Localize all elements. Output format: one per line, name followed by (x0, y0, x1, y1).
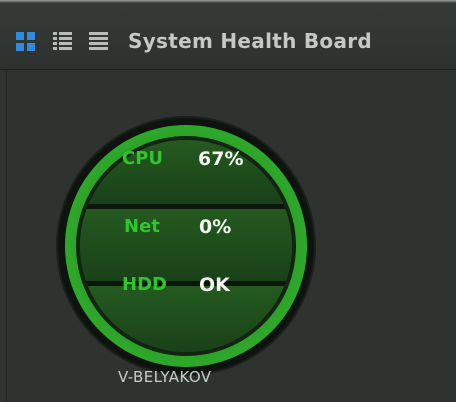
host-name: V-BELYAKOV (118, 368, 212, 386)
left-divider (6, 70, 7, 402)
cpu-value: 67% (198, 148, 244, 170)
health-board-window: System Health Board CPU 67% Net 0% HDD O… (0, 0, 456, 402)
hdd-value: OK (199, 274, 230, 296)
grid-view-button[interactable] (16, 32, 35, 51)
detail-view-button[interactable] (89, 32, 108, 51)
page-title: System Health Board (128, 29, 373, 53)
grid-view-icon (16, 32, 35, 51)
metrics-disc (80, 140, 292, 352)
host-health-widget[interactable]: CPU 67% Net 0% HDD OK (58, 118, 314, 374)
list-view-icon (53, 32, 72, 50)
hdd-band (80, 286, 292, 352)
header-bar: System Health Board (0, 3, 456, 70)
cpu-label: CPU (122, 148, 164, 169)
list-view-button[interactable] (53, 32, 72, 51)
cpu-band (80, 140, 292, 204)
net-band (80, 209, 292, 281)
net-value: 0% (199, 216, 232, 238)
detail-view-icon (89, 32, 108, 50)
net-label: Net (124, 216, 160, 237)
hdd-label: HDD (122, 274, 167, 295)
